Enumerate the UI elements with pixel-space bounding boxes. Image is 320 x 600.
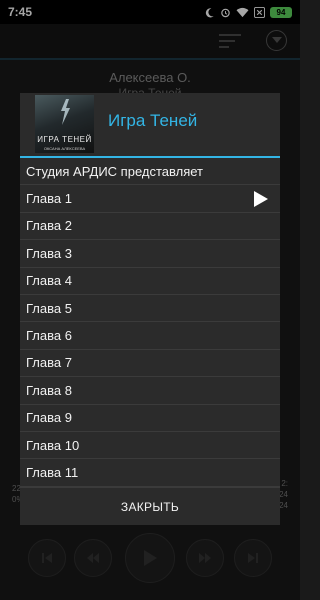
chapter-list-item[interactable]: Глава 4 xyxy=(20,268,280,295)
chapter-label: Глава 1 xyxy=(26,191,72,207)
chapter-list-item[interactable]: Глава 2 xyxy=(20,213,280,241)
dialog-title: Игра Теней xyxy=(108,111,198,130)
chapter-label: Глава 6 xyxy=(26,328,72,344)
chapter-label: Глава 5 xyxy=(26,300,72,316)
chapter-label: Глава 4 xyxy=(26,273,72,289)
chapter-list-item[interactable]: Глава 9 xyxy=(20,405,280,432)
chapter-list-item[interactable]: Глава 6 xyxy=(20,322,280,350)
chapter-list-item[interactable]: Студия АРДИС представляет xyxy=(20,158,280,186)
cover-author: ОКСАНА АЛЕКСЕЕВА xyxy=(43,146,86,151)
now-playing-icon xyxy=(254,191,268,210)
chapter-list-item[interactable]: Глава 10 xyxy=(20,432,280,460)
chapter-list-item[interactable]: Глава 8 xyxy=(20,377,280,405)
chapter-dialog: ИГРА ТЕНЕЙ ОКСАНА АЛЕКСЕЕВА Игра Теней С… xyxy=(20,93,280,525)
chapter-label: Глава 2 xyxy=(26,218,72,234)
chapter-label: Глава 10 xyxy=(26,437,80,453)
chapter-label: Студия АРДИС представляет xyxy=(26,163,203,179)
chapter-list-item[interactable]: Глава 11 xyxy=(20,459,280,487)
cover-title: ИГРА ТЕНЕЙ xyxy=(37,135,92,144)
chapter-label: Глава 11 xyxy=(26,464,79,480)
chapter-list-item[interactable]: Глава 3 xyxy=(20,240,280,268)
chapter-label: Глава 3 xyxy=(26,245,72,261)
chapter-list: Студия АРДИС представляет Глава 1 Глава 2 Г… xyxy=(20,158,280,487)
lightning-graphic xyxy=(61,99,70,125)
chapter-list-item[interactable]: Глава 7 xyxy=(20,350,280,378)
chapter-label: Глава 8 xyxy=(26,382,72,398)
chapter-list-item[interactable]: Глава 1 xyxy=(20,185,280,213)
chapter-list-item[interactable]: Глава 5 xyxy=(20,295,280,323)
chapter-label: Глава 9 xyxy=(26,410,72,426)
dialog-header: ИГРА ТЕНЕЙ ОКСАНА АЛЕКСЕЕВА Игра Теней xyxy=(20,93,280,156)
close-button[interactable]: ЗАКРЫТЬ xyxy=(20,487,280,525)
book-cover: ИГРА ТЕНЕЙ ОКСАНА АЛЕКСЕЕВА xyxy=(35,95,94,153)
chapter-label: Глава 7 xyxy=(26,355,72,371)
